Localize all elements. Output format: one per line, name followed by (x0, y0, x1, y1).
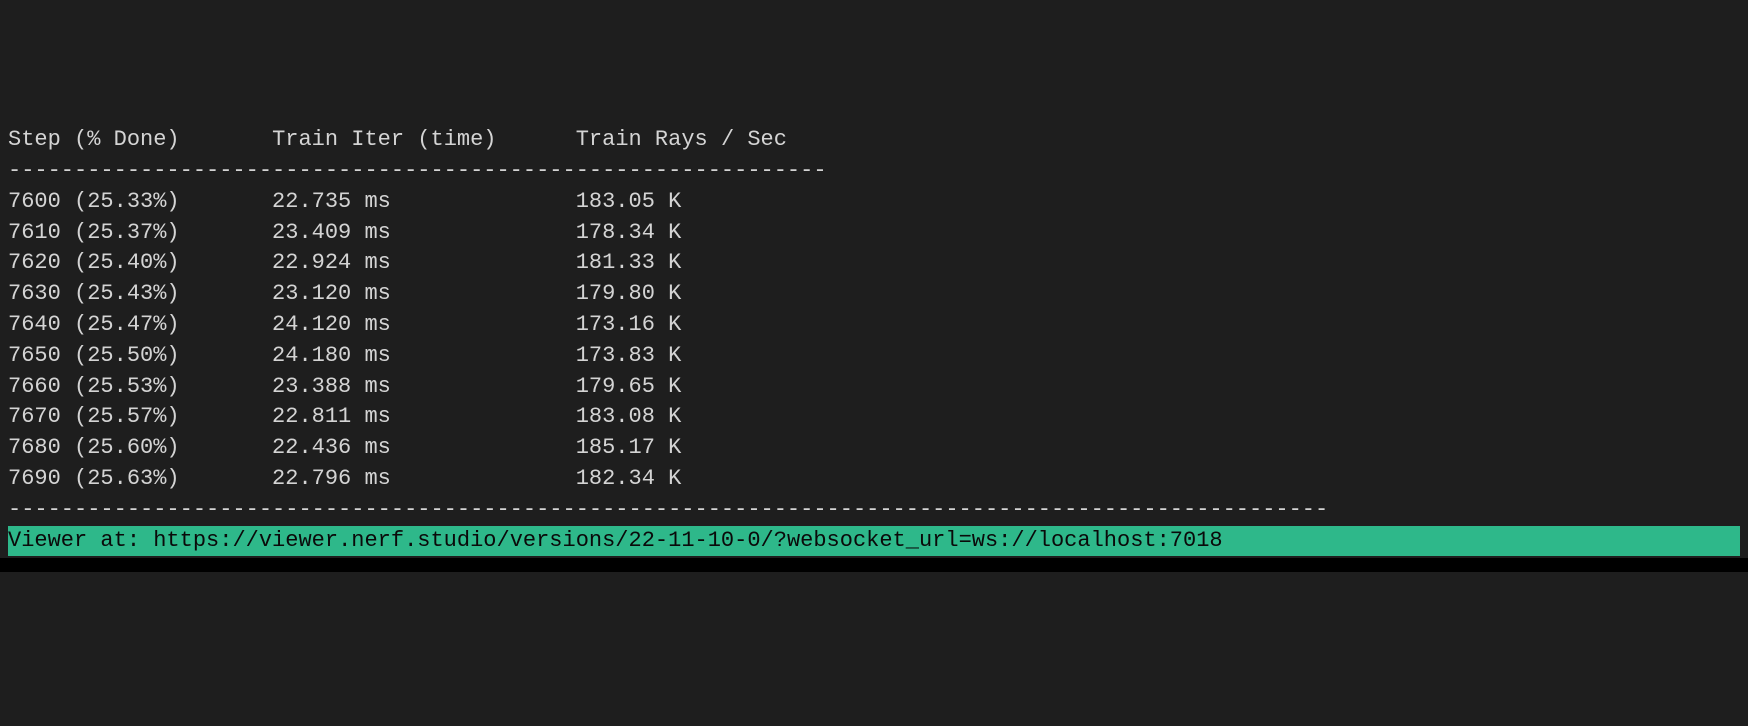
divider-short: ----------------------------------------… (8, 158, 827, 183)
header-iter: Train Iter (time) (272, 127, 496, 152)
viewer-prefix: Viewer at: (8, 528, 153, 553)
header-step: Step (% Done) (8, 127, 180, 152)
viewer-line[interactable]: Viewer at: https://viewer.nerf.studio/ve… (8, 526, 1740, 557)
table-header-row: Step (% Done) Train Iter (time) Train Ra… (8, 127, 787, 152)
table-body: 7600 (25.33%) 22.735 ms 183.05 K 7610 (2… (8, 189, 681, 491)
header-rays: Train Rays / Sec (576, 127, 787, 152)
divider-long: ----------------------------------------… (8, 497, 1328, 522)
terminal-output: Step (% Done) Train Iter (time) Train Ra… (0, 123, 1748, 558)
bottom-bar (0, 558, 1748, 572)
viewer-url[interactable]: https://viewer.nerf.studio/versions/22-1… (153, 528, 1222, 553)
